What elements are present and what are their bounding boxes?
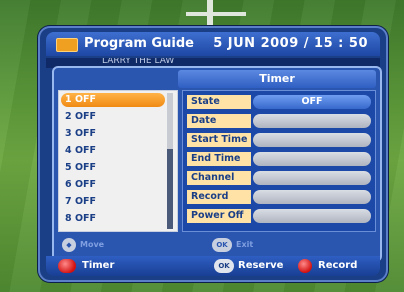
guide-footer: Timer OK Reserve Record [46,256,380,276]
navigate-icon: ◆ [62,238,76,252]
power-off-row[interactable]: Power Off [187,209,371,223]
channel-row[interactable]: Channel [187,171,371,185]
power-off-field[interactable] [253,209,371,223]
timer-detail-panel: State OFF Date Start Time End Time Chann… [182,90,376,232]
date-row[interactable]: Date [187,114,371,128]
start-time-field[interactable] [253,133,371,147]
guide-title: Program Guide [84,36,194,51]
guide-header: Program Guide 5 JUN 2009 / 15 : 50 [46,32,380,56]
timer-list-item-1[interactable]: 1 OFF [61,93,165,107]
record-footer-label: Record [318,260,358,271]
end-time-label: End Time [187,152,251,166]
record-label: Record [187,190,251,204]
timer-list-item-3[interactable]: 3 OFF [61,127,165,141]
record-row[interactable]: Record [187,190,371,204]
timer-dialog-title: Timer [259,72,295,85]
guide-datetime: 5 JUN 2009 / 15 : 50 [213,36,368,51]
record-field[interactable] [253,190,371,204]
timer-list-item-5[interactable]: 5 OFF [61,161,165,175]
channel-field[interactable] [253,171,371,185]
background-goal-bar [186,12,246,16]
timer-list-scroll-thumb[interactable] [167,149,173,229]
guide-tv-icon [56,38,78,52]
power-off-label: Power Off [187,209,251,223]
timer-list-item-6[interactable]: 6 OFF [61,178,165,192]
end-time-row[interactable]: End Time [187,152,371,166]
end-time-field[interactable] [253,152,371,166]
timer-list-item-4[interactable]: 4 OFF [61,144,165,158]
date-field[interactable] [253,114,371,128]
timer-footer-label: Timer [82,260,115,271]
dialog-hint-bar: ◆ Move OK Exit [58,236,374,254]
timer-list-item-2[interactable]: 2 OFF [61,110,165,124]
ok-reserve-button[interactable]: OK [214,259,234,273]
timer-list-item-7[interactable]: 7 OFF [61,195,165,209]
start-time-row[interactable]: Start Time [187,133,371,147]
move-hint-label: Move [80,240,105,249]
state-label: State [187,95,251,109]
epg-program-name: LARRY THE LAW [102,58,175,66]
timer-dialog-titlebar: Timer [178,70,376,88]
record-key-icon[interactable] [298,259,312,273]
timer-list-scrollbar[interactable] [167,93,173,229]
red-key-icon[interactable] [58,259,76,273]
reserve-footer-label: Reserve [238,260,284,271]
date-label: Date [187,114,251,128]
channel-label: Channel [187,171,251,185]
program-guide-panel: Program Guide 5 JUN 2009 / 15 : 50 LARRY… [38,26,388,282]
ok-exit-button[interactable]: OK [212,238,232,252]
timer-list-item-8[interactable]: 8 OFF [61,212,165,226]
timer-list: 1 OFF 2 OFF 3 OFF 4 OFF 5 OFF 6 OFF 7 OF… [58,90,178,232]
state-row[interactable]: State OFF [187,95,371,109]
state-field[interactable]: OFF [253,95,371,109]
start-time-label: Start Time [187,133,251,147]
timer-dialog: Timer 1 OFF 2 OFF 3 OFF 4 OFF 5 OFF 6 OF… [52,66,382,262]
exit-hint-label: Exit [236,240,254,249]
